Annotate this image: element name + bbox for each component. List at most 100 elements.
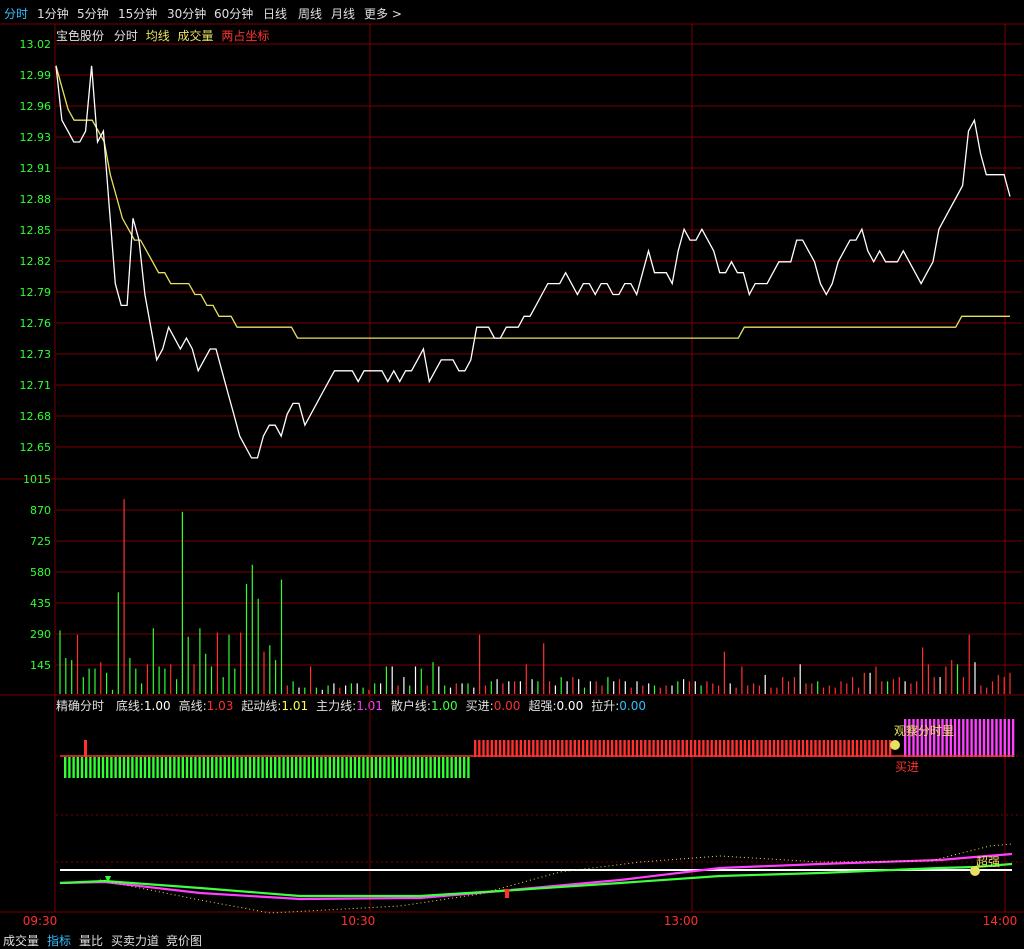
main-signal-bar — [478, 740, 481, 757]
price-tick-label: 12.88 — [20, 193, 52, 206]
main-signal-bar — [764, 740, 767, 757]
retail-signal-bar — [143, 757, 147, 778]
price-tick-label: 12.79 — [20, 286, 52, 299]
retail-signal-bar — [362, 757, 365, 778]
price-tick-label: 12.99 — [20, 69, 52, 82]
main-signal-bar — [590, 740, 593, 757]
retail-signal-bar — [173, 757, 176, 778]
strong-signal-bar — [987, 719, 990, 757]
retail-signal-bar — [194, 757, 197, 778]
price-tick-label: 12.85 — [20, 224, 52, 237]
retail-signal-bar — [118, 757, 121, 778]
main-signal-bar — [511, 740, 514, 757]
main-signal-bar — [669, 740, 672, 757]
retail-signal-bar — [232, 757, 235, 778]
main-signal-bar — [644, 740, 647, 757]
main-signal-bar — [673, 740, 676, 757]
main-signal-bar — [747, 740, 751, 757]
main-force-line — [59, 852, 1013, 901]
retail-signal-bar — [97, 757, 100, 778]
retail-signal-bar — [290, 757, 294, 778]
retail-signal-bar — [311, 757, 315, 778]
retail-signal-bar — [332, 757, 336, 778]
main-signal-bar — [664, 740, 668, 757]
retail-signal-bar — [76, 757, 79, 778]
main-signal-bar — [84, 740, 87, 757]
main-signal-bar — [598, 740, 601, 757]
price-tick-label: 12.68 — [20, 410, 52, 423]
retail-signal-bar — [391, 757, 394, 778]
retail-signal-bar — [467, 757, 470, 778]
main-signal-bar — [818, 740, 821, 757]
retail-signal-bar — [299, 757, 302, 778]
retail-signal-bar — [164, 757, 168, 778]
retail-signal-bar — [328, 757, 331, 778]
time-label: 10:30 — [341, 914, 376, 928]
bottom-tab-1[interactable]: 指标 — [47, 932, 71, 949]
volume-tick-label: 435 — [30, 597, 51, 610]
retail-signal-bar — [110, 757, 113, 778]
main-signal-bar — [760, 740, 763, 757]
retail-signal-bar — [152, 757, 155, 778]
main-signal-bar — [581, 740, 585, 757]
main-signal-bar — [830, 740, 834, 757]
retail-signal-bar — [135, 757, 138, 778]
main-signal-bar — [503, 740, 506, 757]
time-label: 14:00 — [983, 914, 1018, 928]
time-label: 09:30 — [23, 914, 58, 928]
retail-signal-bar — [131, 757, 134, 778]
bottom-tab-0[interactable]: 成交量 — [3, 932, 39, 949]
retail-signal-bar — [68, 757, 71, 778]
retail-signal-bar — [257, 757, 260, 778]
main-signal-bar — [660, 740, 664, 757]
main-signal-bar — [739, 740, 742, 757]
price-line — [55, 65, 1011, 459]
bottom-tab-3[interactable]: 买卖力道 — [111, 932, 159, 949]
volume-tick-label: 145 — [30, 659, 51, 672]
retail-signal-bar — [101, 757, 105, 778]
retail-signal-bar — [446, 757, 449, 778]
buy-signal-text: 买进 — [895, 760, 919, 774]
price-tick-label: 12.65 — [20, 441, 52, 454]
retail-signal-bar — [85, 757, 88, 778]
retail-signal-bar — [370, 757, 373, 778]
coin-icon — [890, 740, 900, 750]
main-signal-bar — [702, 740, 705, 757]
volume-tick-label: 870 — [30, 504, 51, 517]
main-signal-bar — [872, 740, 875, 757]
main-signal-bar — [859, 740, 863, 757]
retail-signal-bar — [139, 757, 142, 778]
volume-tick-label: 580 — [30, 566, 51, 579]
main-signal-bar — [693, 740, 697, 757]
retail-signal-bar — [202, 757, 205, 778]
main-signal-bar — [681, 740, 684, 757]
strong-signal-text: 超强 — [976, 854, 1000, 869]
main-signal-bar — [594, 740, 597, 757]
main-signal-bar — [839, 740, 842, 757]
main-signal-bar — [772, 740, 776, 757]
retail-signal-bar — [454, 757, 457, 778]
retail-signal-bar — [227, 757, 231, 778]
retail-signal-bar — [379, 757, 382, 778]
retail-signal-bar — [169, 757, 172, 778]
retail-signal-bar — [177, 757, 180, 778]
retail-signal-bar — [198, 757, 201, 778]
retail-signal-bar — [307, 757, 310, 778]
retail-signal-bar — [324, 757, 327, 778]
main-signal-bar — [835, 740, 838, 757]
strong-signal-bar — [957, 719, 961, 757]
main-signal-bar — [656, 740, 659, 757]
price-tick-label: 12.82 — [20, 255, 52, 268]
retail-signal-bar — [387, 757, 390, 778]
retail-signal-bar — [404, 757, 407, 778]
strong-signal-bar — [962, 719, 965, 757]
bottom-tab-4[interactable]: 竞价图 — [166, 932, 202, 949]
price-tick-label: 12.76 — [20, 317, 52, 330]
main-signal-bar — [602, 740, 605, 757]
price-tick-label: 12.93 — [20, 131, 52, 144]
bottom-tab-2[interactable]: 量比 — [79, 932, 103, 949]
main-signal-bar — [648, 740, 651, 757]
retail-signal-bar — [148, 757, 151, 778]
main-signal-bar — [610, 740, 614, 757]
main-signal-bar — [781, 740, 784, 757]
